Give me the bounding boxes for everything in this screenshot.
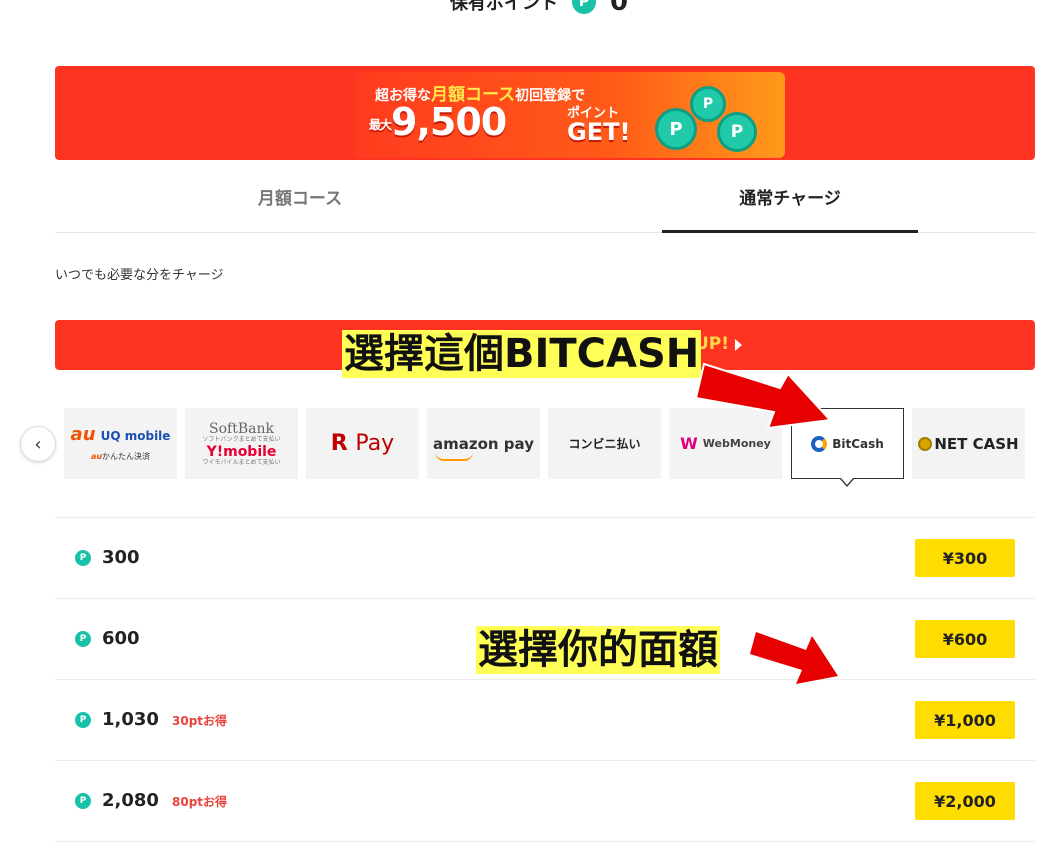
amazon-pay-text: amazon pay [433,434,534,453]
amazon-smile-icon [435,452,473,461]
softbank-caption: ソフトバンクまとめて支払い [202,435,281,443]
au-logo-text: au [70,423,96,445]
ymobile-caption: ワイモバイルまとめて支払い [202,458,281,466]
amazon-pay-logo: amazon pay [433,434,534,461]
divider [55,841,1035,842]
point-coin-icon: P [75,712,91,728]
promo-max-label: 最大 [369,118,392,132]
au-logo: au UQ mobile auかんたん決済 [70,423,171,462]
payment-method-amazon-pay[interactable]: amazon pay [427,408,540,479]
promo-amount: 最大9,500 [369,100,507,144]
net-cash-coin-icon [918,436,933,451]
bitcash-text: BitCash [832,436,884,451]
bonus-badge: 80ptお得 [172,795,228,809]
promo-amount-value: 9,500 [391,100,507,144]
webmoney-icon: W [680,434,698,453]
annotation-select-amount: 選擇你的面額 [476,626,720,674]
ymobile-logo-text: Y!mobile [206,443,277,460]
charge-description: いつでも必要な分をチャージ [55,268,224,283]
monthly-course-promo-banner[interactable]: 超お得な月額コース初回登録で 最大9,500 ポイント GET! P P P [55,66,1035,160]
payment-method-rpay[interactable]: R Pay [306,408,419,479]
charge-tabs: 月額コース 通常チャージ [55,160,1035,233]
rpay-pay-text: Pay [355,431,395,456]
webmoney-logo: W WebMoney [680,434,771,453]
rpay-logo: R Pay [331,431,394,456]
point-coin-icon: P [75,631,91,647]
price-button[interactable]: ¥2,000 [915,782,1015,820]
promo-get-label: GET! [567,118,631,146]
points-amount: 600 [102,628,140,649]
price-button[interactable]: ¥1,000 [915,701,1015,739]
payment-method-convenience-store[interactable]: コンビニ払い [548,408,661,479]
price-row[interactable]: P 2,080 80ptお得 ¥2,000 [55,761,1035,841]
au-caption-prefix: au [90,451,103,461]
tab-monthly-course[interactable]: 月額コース [55,160,545,232]
p-coin-icon: P [655,108,697,150]
selected-indicator-caret-fill [841,478,853,485]
points-amount: 1,030 [102,709,159,730]
softbank-logo-text: SoftBank [209,420,274,437]
payment-method-webmoney[interactable]: W WebMoney [669,408,782,479]
point-coin-icon: P [572,0,596,14]
webmoney-text: WebMoney [702,437,771,450]
bitcash-logo: BitCash [811,435,884,452]
point-coin-icon: P [75,793,91,809]
au-caption: かんたん決済 [102,451,151,461]
uq-logo-text: UQ mobile [100,428,171,443]
p-coin-icon: P [717,112,757,152]
payment-method-au[interactable]: au UQ mobile auかんたん決済 [64,408,177,479]
convenience-store-label: コンビニ払い [568,437,641,451]
payment-method-bitcash[interactable]: BitCash [791,408,904,479]
promo-content: 超お得な月額コース初回登録で 最大9,500 ポイント GET! P P P [355,72,785,158]
carousel-prev-button[interactable]: ‹ [20,426,56,462]
softbank-logo: SoftBank ソフトバンクまとめて支払い Y!mobile ワイモバイルまと… [202,421,280,467]
points-label: 保有ポイント [450,0,558,14]
bonus-badge: 30ptお得 [172,714,228,728]
rpay-r-mark: R [330,431,348,456]
points-amount: 300 [102,547,140,568]
net-cash-logo: NET CASH [918,434,1019,453]
active-tab-indicator [662,230,918,233]
p-coin-icon: P [690,86,726,122]
points-amount: 2,080 [102,790,159,811]
price-row[interactable]: P 1,030 30ptお得 ¥1,000 [55,680,1035,760]
annotation-select-bitcash: 選擇這個BITCASH [342,330,702,378]
points-value: 0 [610,0,629,17]
payment-method-softbank[interactable]: SoftBank ソフトバンクまとめて支払い Y!mobile ワイモバイルまと… [185,408,298,479]
price-button[interactable]: ¥600 [915,620,1015,658]
payment-method-net-cash[interactable]: NET CASH [912,408,1025,479]
tab-normal-charge[interactable]: 通常チャージ [545,160,1035,232]
bitcash-icon [811,435,828,452]
point-coin-icon: P [75,550,91,566]
net-cash-text: NET CASH [934,434,1019,453]
price-button[interactable]: ¥300 [915,539,1015,577]
chevron-right-icon [735,339,742,351]
price-row[interactable]: P 300 ¥300 [55,518,1035,598]
points-header: 保有ポイント P 0 [450,0,628,18]
